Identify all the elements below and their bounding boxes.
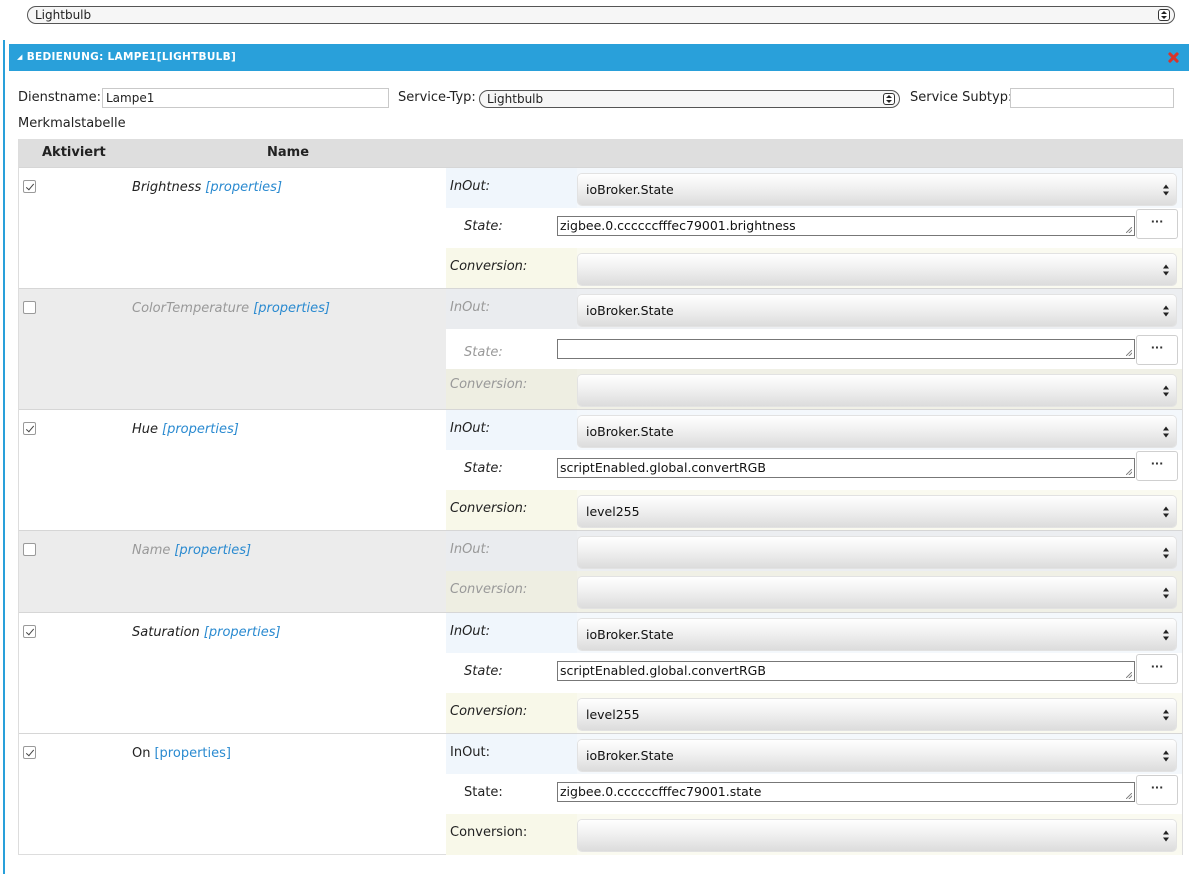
characteristic-name: Brightness [properties] <box>132 180 283 195</box>
characteristic-name: Saturation [properties] <box>132 625 281 640</box>
inout-select[interactable]: ioBroker.State <box>578 174 1176 205</box>
browse-button[interactable]: ··· <box>1136 775 1178 805</box>
table-header: Aktiviert Name <box>19 139 1182 167</box>
characteristic-name: Hue [properties] <box>132 422 239 437</box>
conversion-label: Conversion: <box>446 490 577 531</box>
select-arrows-icon <box>1161 830 1170 841</box>
device-select-value: Lightbulb <box>35 8 92 22</box>
select-arrows-icon <box>1161 426 1170 437</box>
state-input[interactable]: scriptEnabled.global.convertRGB <box>557 661 1135 681</box>
inout-label: InOut: <box>446 613 577 653</box>
table-row: Brightness [properties] InOut: ioBroker.S… <box>19 167 1182 289</box>
inout-label: InOut: <box>446 531 577 571</box>
conversion-label: Conversion: <box>446 248 577 289</box>
state-input[interactable]: scriptEnabled.global.convertRGB <box>557 458 1135 478</box>
select-arrows-icon <box>1161 750 1170 761</box>
table-row: Hue [properties] InOut: ioBroker.State St… <box>19 409 1182 531</box>
inout-select[interactable]: ioBroker.State <box>578 416 1176 447</box>
select-arrows-icon <box>1158 9 1170 21</box>
select-arrows-icon <box>1161 506 1170 517</box>
service-type-label: Service-Typ: <box>398 90 476 105</box>
inout-label: InOut: <box>446 734 577 774</box>
select-arrows-icon <box>1161 184 1170 195</box>
characteristic-name: Name [properties] <box>132 543 252 558</box>
properties-link[interactable]: [properties] <box>174 543 251 558</box>
table-row: ColorTemperature [properties] InOut: ioBr… <box>19 288 1182 410</box>
conversion-select[interactable] <box>578 254 1176 285</box>
conversion-select[interactable] <box>578 820 1176 851</box>
select-arrows-icon <box>1161 709 1170 720</box>
table-caption: Merkmalstabelle <box>18 116 126 131</box>
inout-label: InOut: <box>446 410 577 450</box>
active-checkbox[interactable] <box>23 422 36 435</box>
properties-link[interactable]: [properties] <box>204 625 281 640</box>
browse-button[interactable]: ··· <box>1136 209 1178 239</box>
properties-link[interactable]: [properties] <box>205 180 282 195</box>
service-type-select[interactable]: Lightbulb <box>479 90 900 108</box>
characteristic-name: On [properties] <box>132 746 231 761</box>
table-row: Saturation [properties] InOut: ioBroker.S… <box>19 612 1182 734</box>
panel-header[interactable]: ◢ BEDIENUNG: LAMPE1[LIGHTBULB] <box>9 44 1189 71</box>
active-checkbox[interactable] <box>23 180 36 193</box>
service-type-value: Lightbulb <box>487 92 544 106</box>
service-name-input[interactable]: Lampe1 <box>102 88 389 108</box>
browse-button[interactable]: ··· <box>1136 654 1178 684</box>
col-name-header: Name <box>267 145 310 160</box>
select-arrows-icon <box>883 93 895 105</box>
conversion-label: Conversion: <box>446 369 577 410</box>
inout-label: InOut: <box>446 289 577 329</box>
active-checkbox[interactable] <box>23 746 36 759</box>
select-arrows-icon <box>1161 264 1170 275</box>
conversion-label: Conversion: <box>446 814 577 855</box>
properties-link[interactable]: [properties] <box>162 422 239 437</box>
state-input[interactable]: zigbee.0.ccccccfffec79001.state <box>557 782 1135 802</box>
device-select[interactable]: Lightbulb <box>27 6 1175 24</box>
inout-label: InOut: <box>446 168 577 208</box>
inout-select[interactable]: ioBroker.State <box>578 740 1176 771</box>
inout-select[interactable]: ioBroker.State <box>578 295 1176 326</box>
table-row: On [properties] InOut: ioBroker.State Sta… <box>19 733 1182 855</box>
select-arrows-icon <box>1161 629 1170 640</box>
state-input[interactable] <box>557 339 1135 359</box>
conversion-label: Conversion: <box>446 693 577 734</box>
characteristics-table: Aktiviert Name Brightness [properties] In… <box>18 139 1183 855</box>
browse-button[interactable]: ··· <box>1136 451 1178 481</box>
select-arrows-icon <box>1161 305 1170 316</box>
service-name-label: Dienstname: <box>18 90 101 105</box>
service-subtype-input[interactable] <box>1010 88 1174 108</box>
left-rule <box>3 40 5 874</box>
collapse-triangle-icon[interactable]: ◢ <box>17 53 23 61</box>
select-arrows-icon <box>1161 385 1170 396</box>
conversion-select[interactable] <box>578 375 1176 406</box>
service-subtype-label: Service Subtyp: <box>910 90 1013 105</box>
close-icon[interactable] <box>1168 52 1179 63</box>
properties-link[interactable]: [properties] <box>154 746 230 761</box>
inout-select[interactable] <box>578 537 1176 568</box>
panel-title: BEDIENUNG: LAMPE1[LIGHTBULB] <box>26 51 237 63</box>
conversion-select[interactable]: level255 <box>578 496 1176 527</box>
state-input[interactable]: zigbee.0.ccccccfffec79001.brightness <box>557 216 1135 236</box>
active-checkbox[interactable] <box>23 301 36 314</box>
active-checkbox[interactable] <box>23 543 36 556</box>
properties-link[interactable]: [properties] <box>253 301 330 316</box>
characteristic-name: ColorTemperature [properties] <box>132 301 330 316</box>
col-active-header: Aktiviert <box>42 145 106 160</box>
select-arrows-icon <box>1161 587 1170 598</box>
table-row: Name [properties] InOut: Conversion: <box>19 530 1182 613</box>
inout-select[interactable]: ioBroker.State <box>578 619 1176 650</box>
conversion-select[interactable] <box>578 577 1176 608</box>
conversion-select[interactable]: level255 <box>578 699 1176 730</box>
conversion-label: Conversion: <box>446 571 577 613</box>
active-checkbox[interactable] <box>23 625 36 638</box>
browse-button[interactable]: ··· <box>1136 335 1178 365</box>
select-arrows-icon <box>1161 547 1170 558</box>
